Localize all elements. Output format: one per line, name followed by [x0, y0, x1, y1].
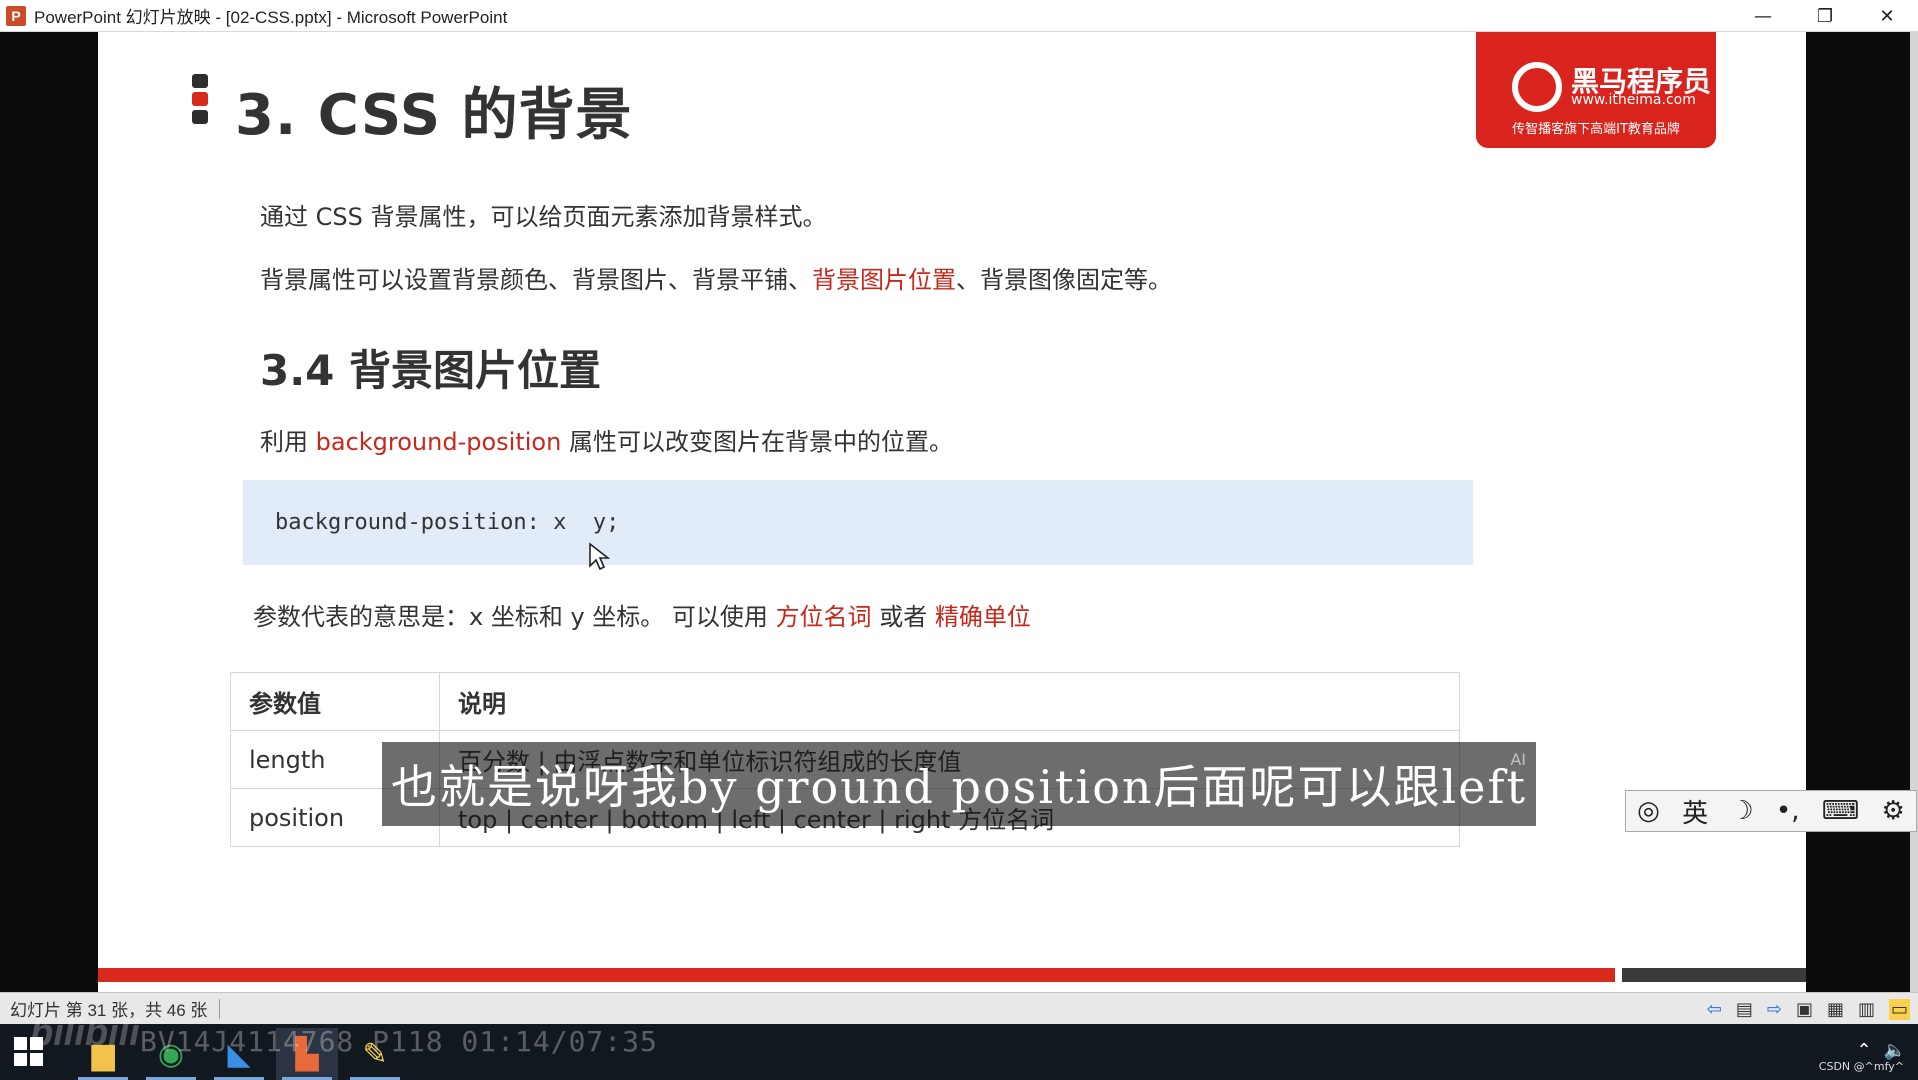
table-header-cell: 参数值	[230, 672, 440, 731]
minimize-button[interactable]: —	[1732, 0, 1794, 32]
table-header-cell: 说明	[439, 672, 1460, 731]
slideshow-icon[interactable]: ▭	[1888, 998, 1910, 1020]
window-titlebar: P PowerPoint 幻灯片放映 - [02-CSS.pptx] - Mic…	[0, 0, 1918, 32]
usage-highlight: background-position	[315, 428, 562, 456]
video-id-overlay: BV14J4114768 P118 01:14/07:35	[140, 1025, 658, 1058]
speaker-icon[interactable]: 🔈	[1884, 1040, 1906, 1061]
slide-title: 3. CSS 的背景	[235, 83, 633, 148]
ime-toolbar[interactable]: ◎ 英 ☽ •, ⌨ ⚙	[1625, 790, 1917, 832]
background-props-text: 背景属性可以设置背景颜色、背景图片、背景平铺、背景图片位置、背景图像固定等。	[260, 260, 1172, 295]
letterbox-right	[1806, 32, 1918, 992]
subtitle-text: 也就是说呀我by ground position后面呢可以跟left	[391, 760, 1527, 814]
mouse-cursor-icon	[589, 542, 610, 571]
table-header-row: 参数值 说明	[230, 672, 1460, 731]
moon-icon[interactable]: ☽	[1730, 796, 1753, 826]
section-heading: 3.4 背景图片位置	[260, 346, 602, 395]
status-divider	[219, 998, 221, 1019]
ime-logo-icon[interactable]: ◎	[1637, 796, 1660, 826]
reading-view-icon[interactable]: ▥	[1858, 999, 1875, 1020]
title-bullet-icon	[192, 74, 208, 128]
meaning-highlight-2: 精确单位	[934, 603, 1031, 631]
params-meaning-text: 参数代表的意思是：x 坐标和 y 坐标。 可以使用 方位名词 或者 精确单位	[253, 597, 1031, 632]
usage-before: 利用	[260, 428, 316, 456]
meaning-before: 参数代表的意思是：x 坐标和 y 坐标。 可以使用	[253, 603, 776, 631]
letterbox-left	[0, 32, 98, 992]
slide-footer-bar	[98, 968, 1615, 982]
logo-url: www.itheima.com	[1571, 92, 1696, 108]
window-controls: — ❐ ✕	[1732, 0, 1918, 32]
slide-canvas[interactable]: 3. CSS 的背景 黑马程序员pink老师 黑马程序员 www.itheima…	[98, 32, 1806, 992]
status-controls: ⇦ ▤ ⇨ ▣ ▦ ▥ ▭	[1707, 993, 1910, 1025]
code-text: background-position: x y;	[275, 510, 620, 535]
chevron-up-icon[interactable]: ⌃	[1856, 1040, 1871, 1061]
logo-mark-icon	[1512, 62, 1562, 112]
csdn-watermark: CSDN @^mfy^	[1818, 1060, 1904, 1073]
video-subtitle: 也就是说呀我by ground position后面呢可以跟left AI	[382, 742, 1536, 826]
prev-icon[interactable]: ⇦	[1707, 999, 1722, 1020]
bilibili-corner-watermark: bilibili	[30, 1012, 140, 1054]
powerpoint-icon: P	[6, 5, 26, 26]
props-text-before: 背景属性可以设置背景颜色、背景图片、背景平铺、	[260, 266, 812, 294]
sorter-view-icon[interactable]: ▦	[1827, 999, 1844, 1020]
keyboard-icon[interactable]: ⌨	[1822, 796, 1860, 826]
ai-badge: AI	[1510, 750, 1526, 769]
props-highlight: 背景图片位置	[812, 266, 956, 294]
props-text-after: 、背景图像固定等。	[956, 266, 1172, 294]
ime-language-toggle[interactable]: 英	[1682, 793, 1708, 830]
punctuation-icon[interactable]: •,	[1776, 796, 1800, 826]
system-tray: ⌃ 🔈	[1856, 1040, 1906, 1061]
code-block: background-position: x y;	[243, 480, 1473, 565]
usage-after: 属性可以改变图片在背景中的位置。	[561, 428, 953, 456]
notes-icon[interactable]: ▤	[1736, 999, 1753, 1020]
logo-tagline: 传智播客旗下高端IT教育品牌	[1512, 122, 1680, 137]
slide-footer-dark	[1622, 968, 1806, 982]
close-button[interactable]: ✕	[1856, 0, 1918, 32]
normal-view-icon[interactable]: ▣	[1796, 999, 1813, 1020]
restore-button[interactable]: ❐	[1794, 0, 1856, 32]
itheima-logo: 黑马程序员 www.itheima.com 传智播客旗下高端IT教育品牌	[1476, 32, 1716, 148]
meaning-middle: 或者	[871, 603, 935, 631]
gear-icon[interactable]: ⚙	[1882, 796, 1905, 826]
meaning-highlight-1: 方位名词	[775, 603, 872, 631]
window-title: PowerPoint 幻灯片放映 - [02-CSS.pptx] - Micro…	[34, 8, 508, 27]
usage-text: 利用 background-position 属性可以改变图片在背景中的位置。	[260, 422, 953, 457]
intro-text: 通过 CSS 背景属性，可以给页面元素添加背景样式。	[260, 203, 827, 231]
next-icon[interactable]: ⇨	[1767, 999, 1782, 1020]
status-bar: 幻灯片 第 31 张，共 46 张 ⇦ ▤ ⇨ ▣ ▦ ▥ ▭	[0, 992, 1918, 1024]
window-edge	[1910, 32, 1918, 992]
